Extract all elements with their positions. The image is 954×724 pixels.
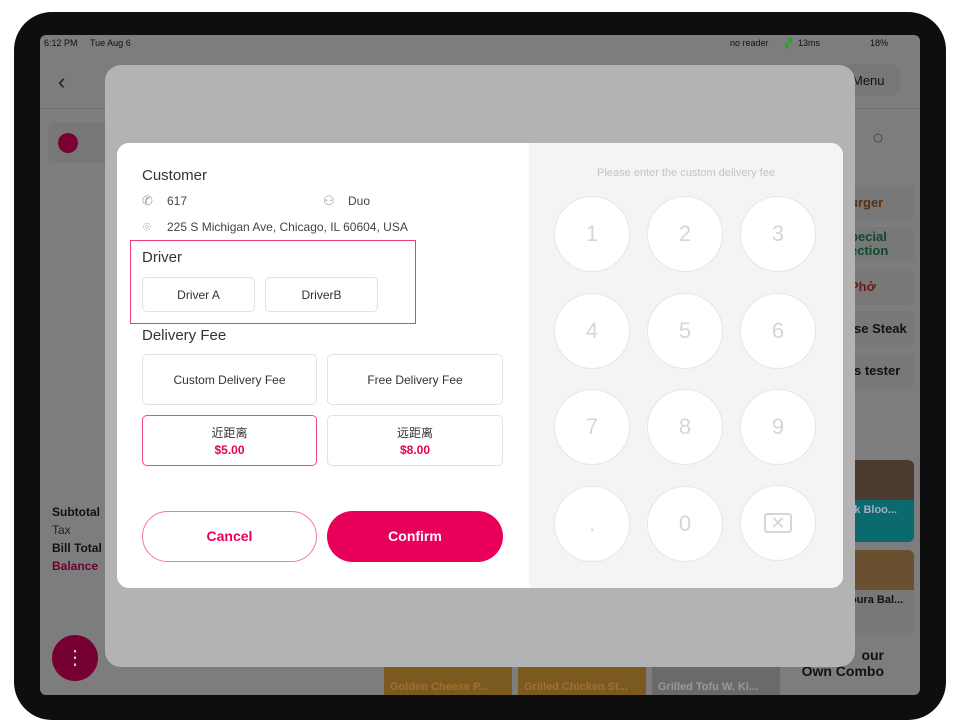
status-time: 6:12 PM <box>44 38 78 48</box>
signal-icon: ▞ <box>785 38 792 48</box>
driver-a-button[interactable]: Driver A <box>142 277 255 312</box>
keypad-key[interactable]: 0 <box>647 485 723 562</box>
keypad-key[interactable]: 1 <box>554 196 630 272</box>
latency: 13ms <box>798 38 821 48</box>
cancel-button[interactable]: Cancel <box>142 511 317 562</box>
reader-status: no reader <box>730 38 769 48</box>
keypad-panel: Please enter the custom delivery fee 123… <box>529 143 843 588</box>
menu-item[interactable]: Grilled Tofu W. Ki... <box>652 667 780 695</box>
search-icon[interactable]: ○ <box>872 127 884 150</box>
person-icon: ⚇ <box>323 193 335 208</box>
near-distance-fee-button[interactable]: 近距离 $5.00 <box>142 415 317 466</box>
keypad-key[interactable]: 8 <box>647 389 723 465</box>
custom-delivery-fee-button[interactable]: Custom Delivery Fee <box>142 354 317 405</box>
keypad-key[interactable]: 3 <box>740 196 816 272</box>
far-distance-fee-button[interactable]: 远距离 $8.00 <box>327 415 503 466</box>
free-delivery-fee-button[interactable]: Free Delivery Fee <box>327 354 503 405</box>
keypad-key[interactable]: 9 <box>740 389 816 465</box>
back-icon[interactable]: ‹ <box>58 69 65 95</box>
phone-icon: ✆ <box>142 193 153 208</box>
keypad-key[interactable]: 5 <box>647 292 723 369</box>
customer-phone: 617 <box>167 194 188 208</box>
backspace-key[interactable]: ✕ <box>740 485 816 561</box>
keypad-key[interactable]: . <box>554 485 630 562</box>
driver-b-button[interactable]: DriverB <box>265 277 378 312</box>
user-icon <box>58 133 78 153</box>
driver-heading: Driver <box>142 249 182 266</box>
keypad-key[interactable]: 7 <box>554 389 630 465</box>
confirm-button[interactable]: Confirm <box>327 511 503 562</box>
status-date: Tue Aug 6 <box>90 38 131 48</box>
backspace-icon: ✕ <box>764 513 792 533</box>
menu-item[interactable]: Golden Cheese P... <box>384 667 512 695</box>
keypad-key[interactable]: 6 <box>740 292 816 369</box>
menu-item[interactable]: Grilled Chicken St... <box>518 667 646 695</box>
fee-input-placeholder[interactable]: Please enter the custom delivery fee <box>529 167 843 179</box>
location-icon: ⌾ <box>143 219 151 234</box>
customer-address: 225 S Michigan Ave, Chicago, IL 60604, U… <box>167 220 408 234</box>
customer-heading: Customer <box>142 167 208 184</box>
battery-level: 18% <box>870 38 889 48</box>
keypad-key[interactable]: 4 <box>554 292 630 369</box>
customer-name: Duo <box>348 194 371 208</box>
delivery-fee-heading: Delivery Fee <box>142 327 227 344</box>
more-menu-button[interactable]: ⋮ <box>52 635 98 681</box>
bill-summary: Subtotal Tax Bill Total Balance <box>52 505 102 573</box>
delivery-dialog: Customer ✆ 617 ⚇ Duo ⌾ 225 S Michigan Av… <box>117 143 843 588</box>
keypad-key[interactable]: 2 <box>647 196 723 272</box>
